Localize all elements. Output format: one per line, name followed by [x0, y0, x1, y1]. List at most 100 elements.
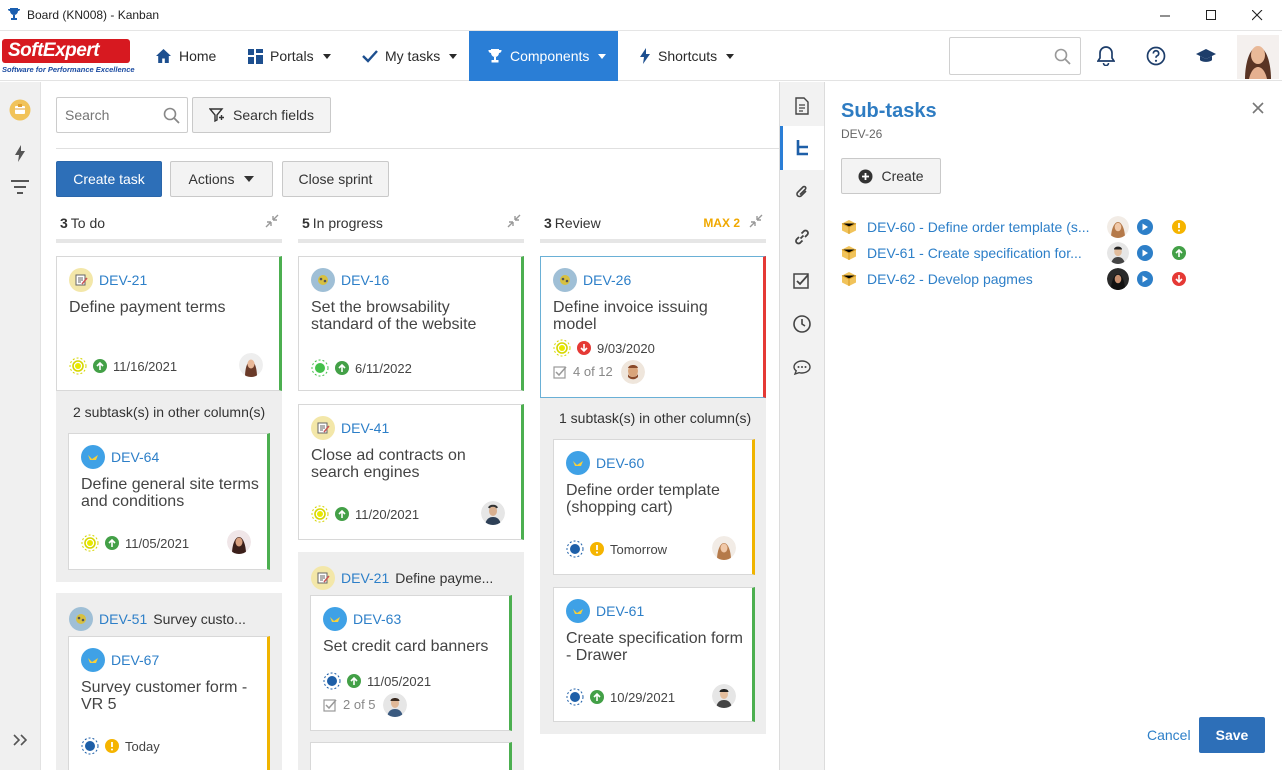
due-date: Tomorrow [610, 541, 668, 557]
task-id[interactable]: DEV-21 [341, 570, 389, 586]
collapse-icon[interactable] [265, 214, 279, 228]
nav-home[interactable]: Home [155, 31, 216, 81]
assignee-avatar[interactable] [712, 684, 736, 708]
subtasks-other-columns-note[interactable]: 1 subtask(s) in other column(s) [559, 410, 751, 426]
checklist-progress: 4 of 12 [573, 364, 613, 379]
assignee-avatar[interactable] [227, 530, 251, 554]
attachments-tab[interactable] [780, 170, 824, 214]
task-card[interactable]: DEV-64 Define general site terms and con… [68, 433, 270, 570]
task-id[interactable]: DEV-51 [99, 611, 147, 627]
user-avatar[interactable] [1237, 35, 1279, 79]
task-id[interactable]: DEV-41 [341, 420, 389, 436]
home-icon [156, 49, 171, 63]
task-id[interactable]: DEV-67 [111, 652, 159, 668]
global-search-input[interactable] [949, 37, 1081, 75]
task-id[interactable]: DEV-60 [596, 455, 644, 471]
minimize-button[interactable] [1142, 0, 1188, 30]
nav-portals[interactable]: Portals [248, 31, 331, 81]
assignee-avatar[interactable] [621, 360, 645, 384]
task-card[interactable]: DEV-67 Survey customer form - VR 5 Today [68, 636, 270, 770]
task-id[interactable]: DEV-64 [111, 449, 159, 465]
task-id[interactable]: DEV-21 [99, 272, 147, 288]
task-id[interactable]: DEV-61 [596, 603, 644, 619]
learning-button[interactable] [1194, 44, 1218, 68]
subtask-row[interactable]: DEV-62 - Develop pagmes [841, 267, 1221, 291]
task-box-icon [841, 220, 857, 234]
close-panel-button[interactable] [1252, 97, 1264, 120]
due-date: 6/11/2022 [355, 360, 412, 376]
assignee-avatar[interactable] [481, 501, 505, 525]
subtask-type-icon [323, 607, 347, 631]
save-button[interactable]: Save [1199, 717, 1265, 753]
subtask-assignee-avatar[interactable] [1107, 216, 1129, 238]
softexpert-logo[interactable]: SoftExpert Software for Performance Exce… [2, 39, 135, 75]
subtask-assignee-avatar[interactable] [1107, 242, 1129, 264]
subtask-assignee-avatar[interactable] [1107, 268, 1129, 290]
subtask-row[interactable]: DEV-60 - Define order template (s... [841, 215, 1221, 239]
logo-tagline: Software for Performance Excellence [2, 65, 135, 74]
play-icon[interactable] [1137, 219, 1153, 235]
collapse-icon[interactable] [507, 214, 521, 228]
expand-rail-button[interactable] [8, 728, 32, 752]
due-date: 9/03/2020 [597, 340, 655, 356]
column-header-todo: 3 To do [56, 209, 282, 243]
task-card-partial[interactable] [310, 742, 512, 770]
task-card-selected[interactable]: DEV-26 Define invoice issuing model 9/03… [540, 256, 766, 398]
play-icon[interactable] [1137, 245, 1153, 261]
history-tab[interactable] [780, 302, 824, 346]
priority-up-icon [347, 674, 361, 688]
board-search-input[interactable] [56, 97, 188, 133]
subtasks-tab[interactable] [780, 126, 824, 170]
search-fields-button[interactable]: Search fields [192, 97, 331, 133]
close-sprint-button[interactable]: Close sprint [282, 161, 389, 197]
close-window-button[interactable] [1234, 0, 1280, 30]
nav-components[interactable]: Components [469, 31, 618, 81]
maximize-button[interactable] [1188, 0, 1234, 30]
links-tab[interactable] [780, 215, 824, 259]
task-card[interactable]: DEV-63 Set credit card banners 11/05/202… [310, 595, 512, 731]
assignee-avatar[interactable] [239, 353, 263, 377]
group-title: Survey custo... [153, 611, 246, 627]
priority-up-icon [335, 507, 349, 521]
nav-my-tasks[interactable]: My tasks [362, 31, 458, 81]
board-button[interactable] [8, 98, 32, 122]
assignee-avatar[interactable] [712, 536, 736, 560]
comments-tab[interactable] [780, 346, 824, 390]
window-title: Board (KN008) - Kanban [27, 8, 160, 22]
subtask-link[interactable]: DEV-62 - Develop pagmes [867, 271, 1095, 287]
subtask-link[interactable]: DEV-61 - Create specification for... [867, 245, 1095, 261]
check-icon [362, 50, 378, 63]
subtask-row[interactable]: DEV-61 - Create specification for... [841, 241, 1221, 265]
task-card[interactable]: DEV-21 Define payment terms 11/16/2021 [56, 256, 282, 391]
task-card[interactable]: DEV-16 Set the browsability standard of … [298, 256, 524, 391]
task-id[interactable]: DEV-63 [353, 611, 401, 627]
create-task-button[interactable]: Create task [56, 161, 162, 197]
play-icon[interactable] [1137, 271, 1153, 287]
notifications-button[interactable] [1094, 44, 1118, 68]
filter-button[interactable] [8, 175, 32, 199]
task-card[interactable]: DEV-61 Create specification form - Drawe… [553, 587, 755, 722]
task-id[interactable]: DEV-26 [583, 272, 631, 288]
collapse-icon[interactable] [749, 214, 763, 228]
group-header[interactable]: DEV-21 Define payme... [311, 566, 493, 590]
actions-button[interactable]: Actions [170, 161, 273, 197]
task-card[interactable]: DEV-60 Define order template (shopping c… [553, 439, 755, 575]
lightning-icon [640, 48, 650, 64]
details-tab[interactable] [780, 84, 824, 128]
wip-limit-badge: MAX 2 [703, 216, 740, 230]
subtasks-other-columns-note[interactable]: 2 subtask(s) in other column(s) [73, 404, 265, 420]
help-button[interactable] [1144, 44, 1168, 68]
group-header[interactable]: DEV-51 Survey custo... [69, 607, 246, 631]
task-type-icon [553, 268, 577, 292]
subtask-link[interactable]: DEV-60 - Define order template (s... [867, 219, 1095, 235]
assignee-avatar[interactable] [383, 693, 407, 717]
checklist-tab[interactable] [780, 259, 824, 303]
shortcuts-rail-button[interactable] [8, 141, 32, 165]
kanban-board: Search fields Create task Actions Close … [41, 82, 779, 770]
task-card[interactable]: DEV-41 Close ad contracts on search engi… [298, 404, 524, 540]
task-id[interactable]: DEV-16 [341, 272, 389, 288]
board-search-field[interactable] [57, 98, 157, 132]
create-subtask-button[interactable]: Create [841, 158, 941, 194]
nav-shortcuts[interactable]: Shortcuts [639, 31, 735, 81]
cancel-button[interactable]: Cancel [1147, 727, 1191, 743]
